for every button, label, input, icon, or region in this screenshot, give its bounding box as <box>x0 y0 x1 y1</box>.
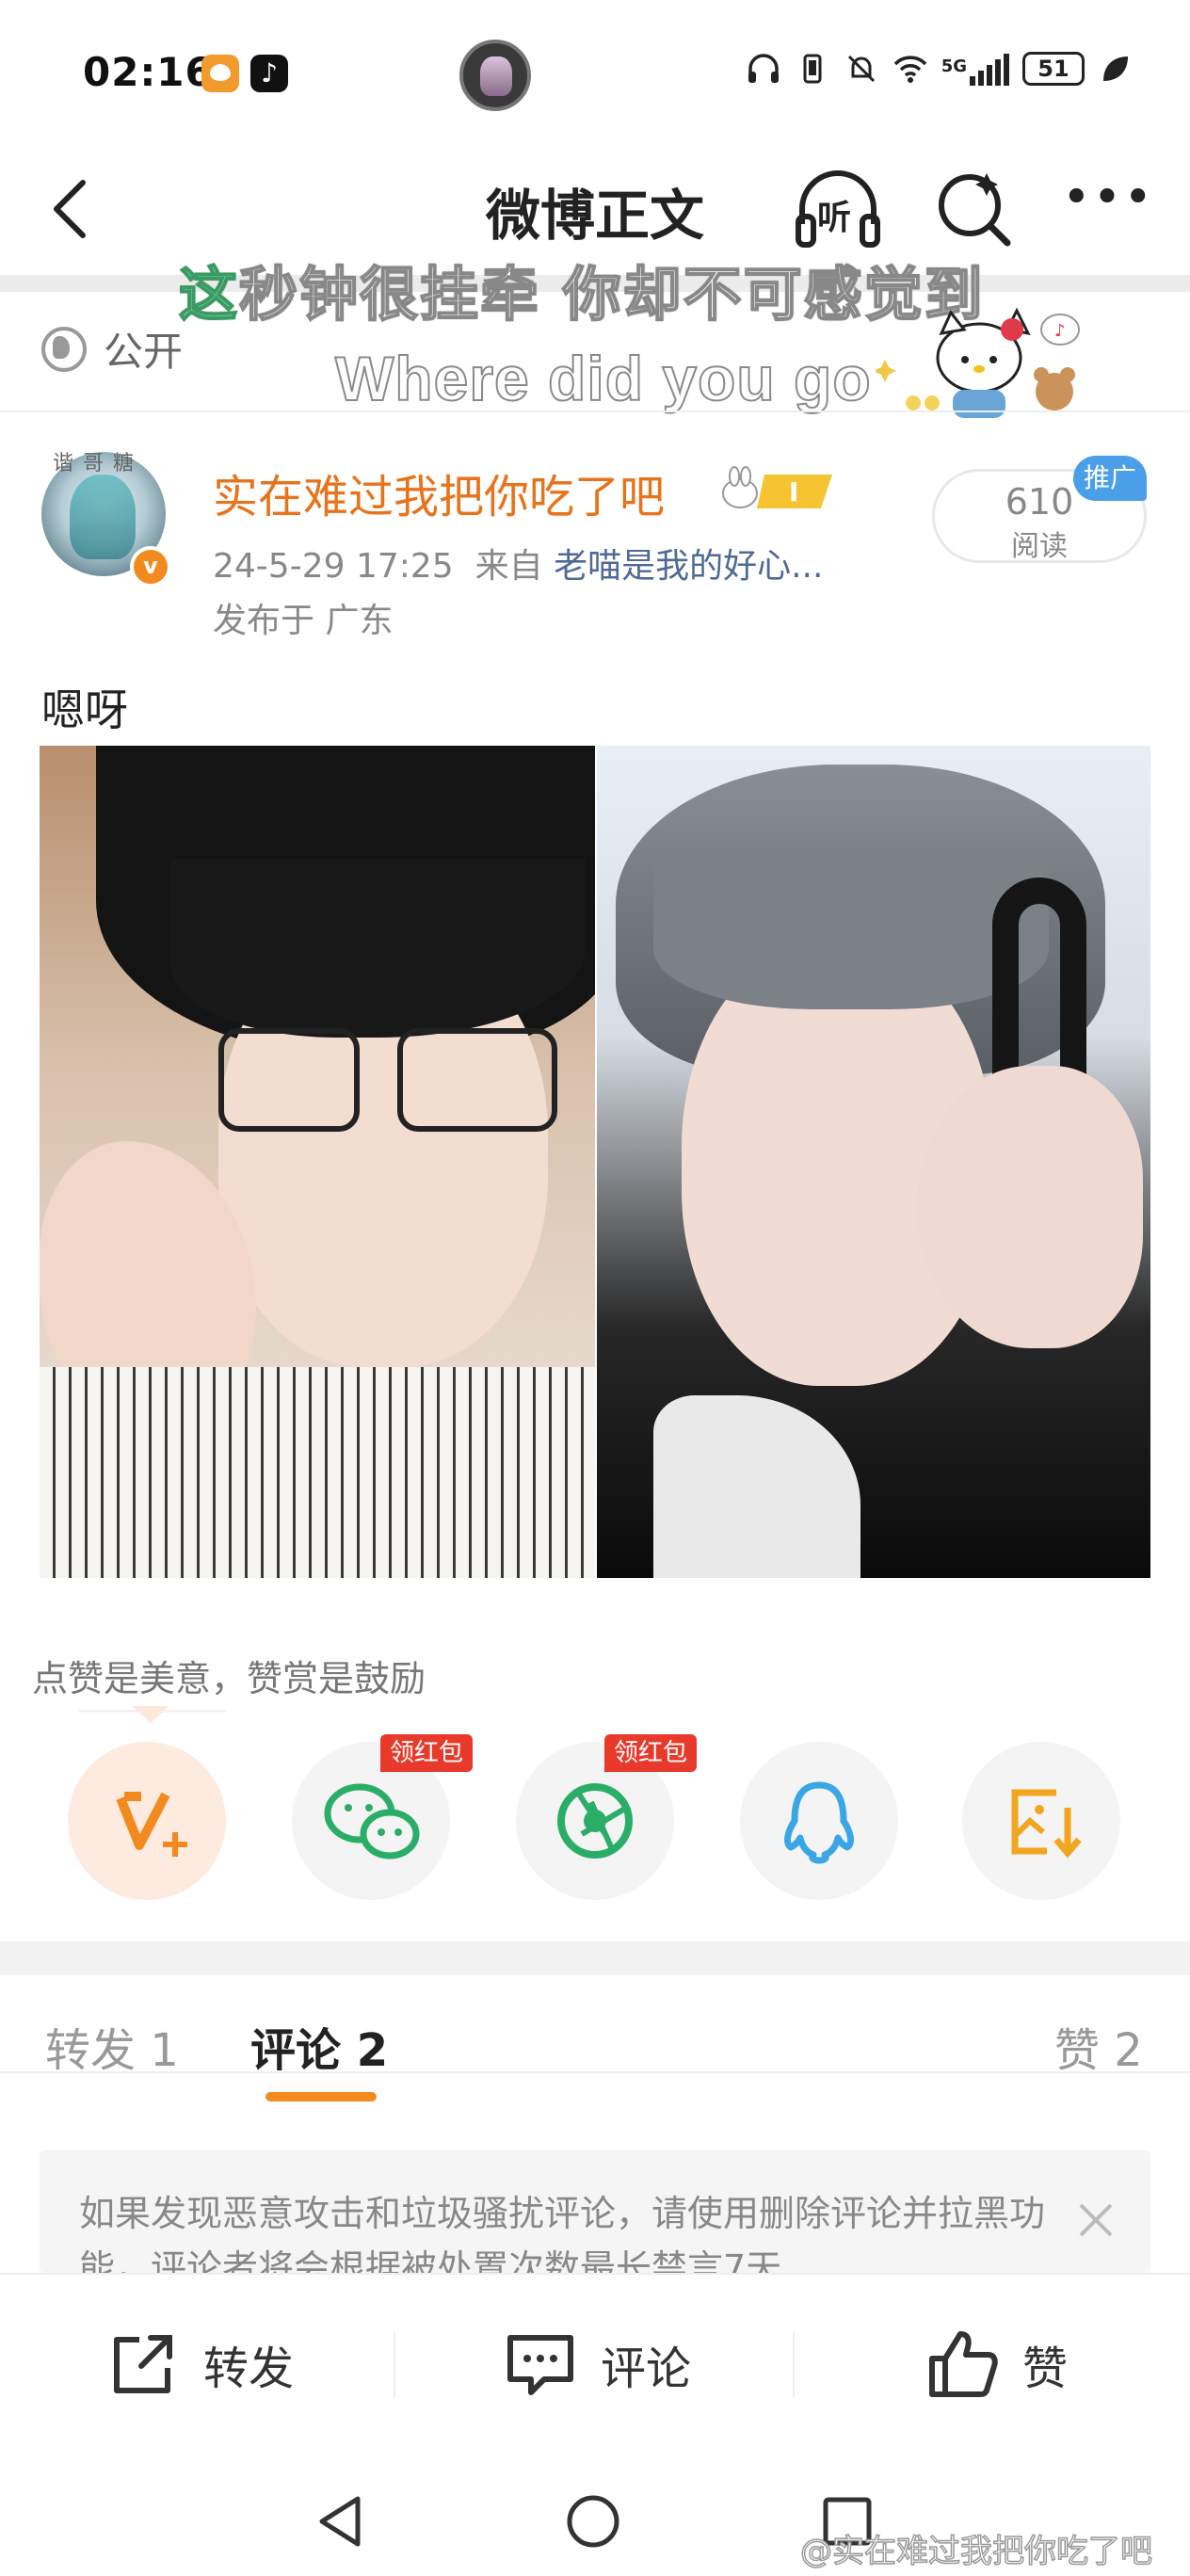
save-image-button[interactable] <box>962 1742 1120 1900</box>
save-image-icon <box>1011 1789 1082 1859</box>
tab-likes[interactable]: 赞 2 <box>1054 2013 1143 2079</box>
reward-caret <box>132 1706 169 1723</box>
visibility-label: 公开 <box>104 329 184 375</box>
photo-hand <box>917 1066 1143 1348</box>
tab-reposts[interactable]: 转发 1 <box>45 2013 179 2079</box>
notification-app-icon <box>201 55 239 92</box>
qq-icon <box>784 1781 854 1864</box>
lyric-line-2: Where did you go <box>334 343 872 414</box>
battery-icon: 51 <box>1022 52 1085 86</box>
visibility-indicator: 公开 <box>41 320 183 378</box>
repost-icon <box>114 2335 172 2393</box>
search-icon[interactable] <box>932 166 1017 250</box>
listen-label: 听 <box>817 199 852 237</box>
photo-collar <box>653 1395 860 1578</box>
wifi-icon <box>893 56 926 83</box>
read-label: 阅读 <box>1011 530 1068 563</box>
mute-bell-icon <box>847 55 875 83</box>
post-text: 嗯呀 <box>41 684 128 735</box>
weibo-watermark: @实在难过我把你吃了吧 <box>799 2532 1153 2571</box>
share-qq-button[interactable] <box>740 1742 898 1900</box>
status-time: 02:16 <box>83 49 214 95</box>
interaction-tabs: 转发 1 评论 2 赞 2 <box>0 1977 1190 2109</box>
tiktok-icon: ♪ <box>250 55 288 92</box>
comment-label: 评论 <box>601 2343 692 2395</box>
source-prefix: 来自 <box>474 547 543 586</box>
section-divider <box>0 411 1190 412</box>
verified-badge-icon: v <box>130 546 171 588</box>
vibrate-icon <box>803 54 822 84</box>
leaf-icon <box>1103 56 1128 81</box>
like-button[interactable]: 赞 <box>925 2275 1068 2454</box>
member-badge-icon: I <box>722 466 832 508</box>
photo-fringe <box>653 859 1049 1009</box>
nav-back-icon[interactable] <box>313 2493 369 2550</box>
photo-fringe <box>171 859 586 1038</box>
lyric-highlight: 这 <box>178 259 240 330</box>
lyric-rest: 秒钟很挂牵 你却不可感觉到 <box>238 259 985 330</box>
listen-button[interactable]: 听 <box>791 162 885 256</box>
svg-text:♪: ♪ <box>1054 321 1066 341</box>
more-icon[interactable]: ••• <box>1062 173 1152 235</box>
status-icons: 5G 51 <box>746 51 1134 87</box>
status-bar: 02:16 ♪ 5G 51 <box>0 0 1190 151</box>
glasses <box>218 1028 360 1132</box>
tab-comments[interactable]: 评论 2 <box>250 2013 388 2079</box>
action-bar: 转发 评论 赞 <box>0 2273 1190 2452</box>
author-name[interactable]: 实在难过我把你吃了吧 <box>213 459 665 525</box>
comment-button[interactable]: 评论 <box>503 2275 691 2454</box>
action-separator <box>394 2331 395 2397</box>
post-location: 发布于 广东 <box>213 602 394 640</box>
close-icon[interactable] <box>1075 2199 1117 2241</box>
headphones-icon <box>748 54 779 83</box>
post-image-1[interactable] <box>40 746 595 1578</box>
red-packet-badge: 领红包 <box>380 1734 474 1772</box>
member-level: I <box>789 476 798 507</box>
globe-icon <box>41 326 87 372</box>
nav-home-icon[interactable] <box>565 2493 621 2550</box>
reward-text: 点赞是美意，赞赏是鼓励 <box>32 1658 426 1699</box>
glasses <box>397 1028 557 1132</box>
post-timestamp: 24-5-29 17:25 <box>213 547 454 586</box>
notice-text: 如果发现恶意攻击和垃圾骚扰评论，请使用删除评论并拉黑功能，评论者将会根据被处置次… <box>79 2193 1046 2273</box>
post-image-2[interactable] <box>597 746 1150 1578</box>
like-label: 赞 <box>1022 2343 1069 2395</box>
music-cover-icon[interactable] <box>459 40 531 111</box>
comment-notice: 如果发现恶意攻击和垃圾骚扰评论，请使用删除评论并拉黑功能，评论者将会根据被处置次… <box>40 2150 1150 2273</box>
vip-reward-icon <box>116 1792 187 1857</box>
photo-shirt <box>40 1367 595 1578</box>
action-separator <box>793 2331 795 2397</box>
post-source-link[interactable]: 老喵是我的好心... <box>554 547 823 586</box>
share-row: 领红包 领红包 <box>0 1734 1190 1902</box>
avatar-caption: 谐哥糖 <box>53 452 144 475</box>
comment-icon <box>507 2335 573 2395</box>
active-tab-indicator <box>265 2092 377 2101</box>
section-divider <box>0 1941 1190 1975</box>
hello-kitty-sticker-icon: ♪ <box>876 307 1080 418</box>
promote-tag[interactable]: 推广 <box>1073 456 1147 501</box>
reward-button[interactable] <box>68 1742 226 1900</box>
network-type: 5G <box>941 56 967 76</box>
signal-icon: 5G <box>941 52 1009 86</box>
repost-label: 转发 <box>203 2343 295 2395</box>
post-meta: 24-5-29 17:25 来自 老喵是我的好心... <box>213 539 823 588</box>
thumbs-up-icon <box>929 2331 998 2397</box>
lyric-line-1: 这秒钟很挂牵 你却不可感觉到 <box>178 247 985 331</box>
repost-button[interactable]: 转发 <box>105 2275 294 2454</box>
tabs-divider <box>0 2071 1190 2073</box>
red-packet-badge: 领红包 <box>604 1734 698 1772</box>
